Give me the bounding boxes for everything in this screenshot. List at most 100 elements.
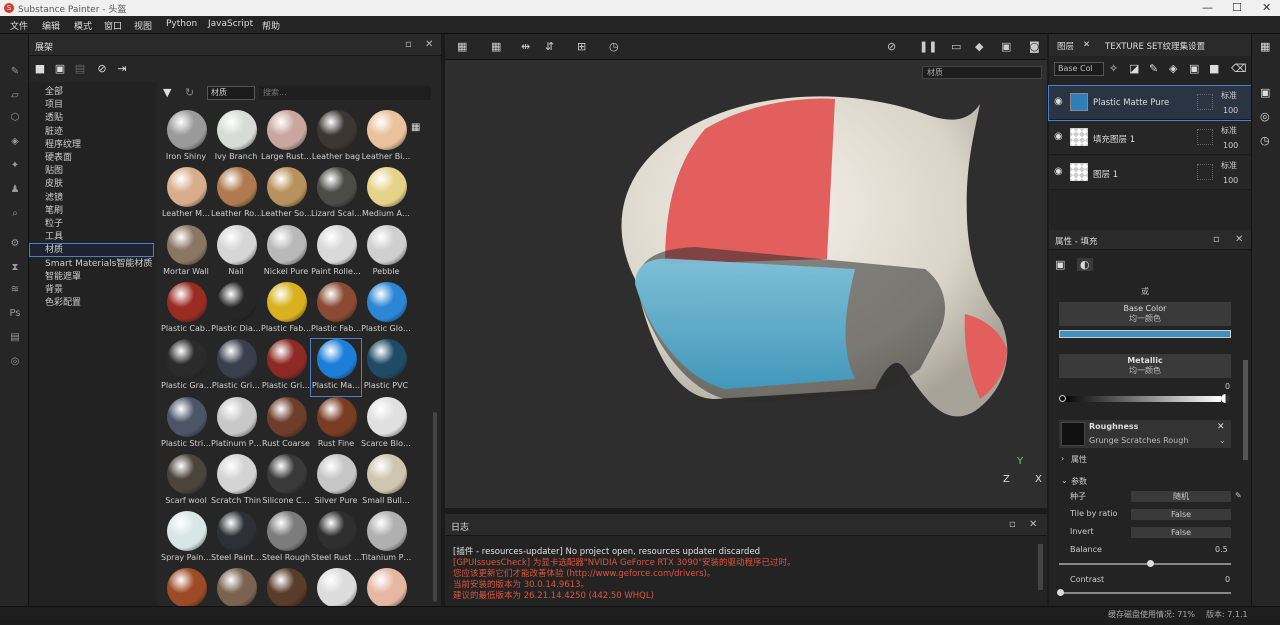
view-grid-icon[interactable]: ▦ [491, 40, 501, 53]
close-properties-icon[interactable]: ✕ [1235, 234, 1243, 245]
material-thumbnail[interactable]: Plastic Fab… [261, 281, 311, 339]
category-item[interactable]: 色彩配置 [45, 297, 153, 309]
visibility-eye-icon[interactable]: ◉ [1054, 96, 1063, 107]
hide-icon[interactable]: ⊘ [95, 62, 109, 76]
material-tab-icon[interactable]: ▣ [1055, 258, 1065, 271]
menu-help[interactable]: 帮助 [262, 19, 280, 32]
material-thumbnail[interactable]: Plastic Fab… [311, 281, 361, 339]
material-thumbnail[interactable]: Nickel Pure [261, 224, 311, 282]
close-panel-icon[interactable]: ✕ [425, 39, 433, 50]
material-thumbnail[interactable]: Spray Pain… [161, 511, 211, 568]
remove-roughness-icon[interactable]: ✕ [1217, 422, 1225, 432]
params-chevron-icon[interactable]: ⌄ [1061, 476, 1068, 485]
metallic-knob[interactable] [1059, 395, 1066, 402]
balance-knob[interactable] [1147, 560, 1154, 567]
material-thumbnail[interactable]: Plastic PVC [361, 339, 411, 396]
material-thumbnail[interactable]: Plastic Gra… [161, 339, 211, 396]
close-tab-icon[interactable]: ✕ [1083, 40, 1090, 50]
minimize-button[interactable]: — [1202, 1, 1213, 14]
material-thumbnail[interactable]: Small Bull… [361, 453, 411, 511]
channel-select[interactable]: Base Col [1054, 62, 1104, 76]
menu-javascript[interactable]: JavaScript [208, 19, 253, 29]
float-properties-icon[interactable]: ▫ [1213, 234, 1220, 245]
magic-wand-icon[interactable]: ✧ [1109, 62, 1118, 75]
history-icon[interactable]: ◷ [609, 40, 619, 53]
clone-icon[interactable]: ♟ [9, 184, 21, 196]
close-button[interactable]: ✕ [1262, 1, 1271, 14]
attr-chevron-icon[interactable]: › [1061, 454, 1064, 463]
category-item[interactable]: 背景 [45, 284, 153, 296]
settings-icon[interactable]: ⚙ [9, 238, 21, 250]
geometry-fill-icon[interactable]: ◈ [9, 136, 21, 148]
category-item[interactable]: 笔刷 [45, 205, 153, 217]
layer-row[interactable]: ◉ Plastic Matte Pure 标准 100 [1048, 85, 1252, 121]
screenshot-camera-icon[interactable]: ◙ [1029, 40, 1040, 53]
display-mode-icon[interactable]: ◆ [975, 40, 983, 53]
layers-stack-icon[interactable]: ≋ [9, 284, 21, 296]
history-dock-icon[interactable]: ◷ [1260, 134, 1270, 147]
delete-layer-icon[interactable]: ⌫ [1231, 62, 1247, 75]
material-thumbnail[interactable]: Plastic Gri… [211, 339, 261, 396]
material-thumbnail[interactable]: Scratch Thin [211, 453, 261, 511]
material-thumbnail[interactable]: Leather Bi… [361, 110, 411, 167]
category-item[interactable]: 程序纹理 [45, 139, 153, 151]
material-thumbnail[interactable]: Ivy Branch [211, 110, 261, 167]
menu-view[interactable]: 视图 [134, 19, 152, 32]
save-icon[interactable]: ▤ [73, 62, 87, 76]
hide-ui-icon[interactable]: ⊘ [887, 40, 896, 53]
material-thumbnail[interactable]: Paint Rolle… [311, 224, 361, 282]
grid-layout-icon[interactable]: ▦ [457, 40, 467, 53]
paint-brush-icon[interactable]: ✎ [9, 66, 21, 78]
document-icon[interactable]: ▤ [9, 332, 21, 344]
material-thumbnail[interactable]: Rust Coarse [261, 396, 311, 454]
properties-scrollbar[interactable] [1243, 360, 1248, 460]
layer-row[interactable]: ◉ 图层 1 标准 100 [1049, 156, 1251, 190]
material-thumbnail[interactable]: Scarf wool [161, 453, 211, 511]
material-thumbnail[interactable]: Plastic Stri… [161, 396, 211, 454]
filter-icon[interactable]: ▼ [163, 86, 171, 99]
material-thumbnail[interactable]: Steel Paint… [211, 511, 261, 568]
material-thumbnail[interactable]: Platinum P… [211, 396, 261, 454]
render-icon[interactable]: ▣ [1001, 40, 1011, 53]
material-thumbnail[interactable]: Pebble [361, 224, 411, 282]
viewport-3d[interactable]: ▦ ▦ ⇹ ⇵ ⊞ ◷ ⊘ ❚❚ ▭ ◆ ▣ ◙ 材质 Y Z X [445, 34, 1047, 508]
layer-row[interactable]: ◉ 填充图层 1 标准 100 [1049, 121, 1251, 155]
material-thumbnail[interactable]: Titanium P… [361, 511, 411, 568]
material-thumbnail[interactable]: Nail [211, 224, 261, 282]
pause-icon[interactable]: ❚❚ [919, 40, 937, 53]
hourglass-icon[interactable]: ⧗ [9, 262, 21, 274]
material-thumbnail[interactable]: Plastic Gri… [261, 339, 311, 396]
material-thumbnail[interactable]: Iron Shiny [161, 110, 211, 167]
material-thumbnail[interactable]: Large Rust… [261, 110, 311, 167]
seed-button[interactable]: 随机 [1131, 491, 1231, 502]
category-item[interactable]: 粒子 [45, 218, 153, 230]
add-fill-layer-icon[interactable]: ◈ [1169, 62, 1177, 75]
plugin-icon[interactable]: ◎ [9, 356, 21, 368]
seed-edit-icon[interactable]: ✎ [1235, 491, 1242, 500]
add-effect-icon[interactable]: ◪ [1129, 62, 1139, 75]
shader-settings-icon[interactable]: ◎ [1260, 110, 1270, 123]
opacity-select[interactable]: 100 [1223, 141, 1238, 150]
metallic-color-knob[interactable] [1221, 394, 1230, 403]
category-item[interactable]: 工具 [45, 231, 153, 243]
contrast-knob[interactable] [1057, 589, 1064, 596]
material-thumbnail[interactable]: Mortar Wall [161, 224, 211, 282]
material-thumbnail[interactable]: Leather So… [261, 167, 311, 224]
material-thumbnail[interactable]: Silver Pure [311, 453, 361, 511]
layer-mask-slot[interactable] [1197, 94, 1213, 110]
refresh-icon[interactable]: ↻ [185, 86, 194, 99]
material-thumbnail[interactable]: Rust Fine [311, 396, 361, 454]
category-item[interactable]: 透贴 [45, 112, 153, 124]
filter-tag[interactable]: 材质✕ [207, 86, 268, 100]
projection-icon[interactable]: ⬡ [9, 112, 21, 124]
import-icon[interactable]: ⇥ [115, 62, 129, 76]
tab-texture-set[interactable]: TEXTURE SET纹理集设置 [1105, 40, 1205, 52]
float-log-icon[interactable]: ▫ [1009, 519, 1016, 530]
contrast-slider[interactable] [1059, 592, 1231, 594]
float-panel-icon[interactable]: ▫ [405, 39, 412, 50]
section-parameters[interactable]: 参数 [1071, 476, 1087, 487]
opacity-select[interactable]: 100 [1223, 176, 1238, 185]
category-item[interactable]: 滤镜 [45, 192, 153, 204]
menu-file[interactable]: 文件 [10, 19, 28, 32]
visibility-eye-icon[interactable]: ◉ [1054, 131, 1063, 142]
